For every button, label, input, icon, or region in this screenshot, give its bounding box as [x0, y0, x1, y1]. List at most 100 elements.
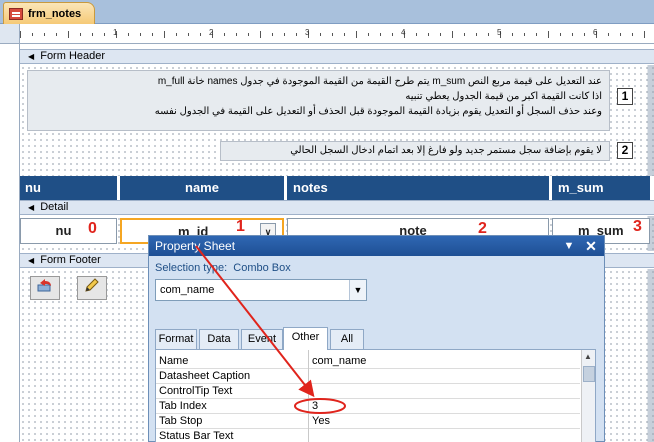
ruler-tick	[80, 33, 81, 36]
object-selector-combo[interactable]: com_name ▼	[155, 279, 367, 301]
document-tab[interactable]: frm_notes	[3, 2, 95, 25]
chevron-down-icon[interactable]: ▼	[349, 280, 366, 300]
header-note-number-1[interactable]: 1	[617, 88, 633, 105]
document-tab-strip: frm_notes	[0, 0, 654, 25]
column-header-m-sum[interactable]: m_sum	[552, 176, 650, 200]
ruler-tick	[332, 33, 333, 36]
ruler-tick	[548, 31, 549, 38]
selection-type-label: Selection type:	[155, 262, 228, 274]
section-collapse-icon: ◀	[28, 256, 35, 265]
ruler-tick	[644, 31, 645, 38]
ruler-tick	[272, 33, 273, 36]
ruler-tick	[416, 33, 417, 36]
horizontal-ruler[interactable]: 1 2 3 4 5 6	[20, 24, 654, 44]
property-row-tab-stop[interactable]: Tab Stop Yes	[156, 414, 580, 429]
property-row-datasheet-caption[interactable]: Datasheet Caption	[156, 369, 580, 384]
ruler-tick	[392, 33, 393, 36]
form-selector[interactable]	[0, 24, 20, 44]
header-note-number-2[interactable]: 2	[617, 142, 633, 159]
property-name: Status Bar Text	[159, 430, 234, 442]
ruler-tick	[464, 33, 465, 36]
ruler-tick	[44, 33, 45, 36]
ruler-tick	[320, 33, 321, 36]
property-sheet-title[interactable]: Property Sheet	[149, 236, 604, 256]
ruler-tick	[560, 33, 561, 36]
tab-all[interactable]: All	[330, 329, 364, 349]
column-header-nu[interactable]: nu	[20, 176, 117, 200]
form-header-bar[interactable]: ◀ Form Header	[20, 49, 654, 64]
nu-textbox[interactable]: nu	[20, 218, 117, 244]
ruler-tick	[236, 33, 237, 36]
column-header-name[interactable]: name	[120, 176, 284, 200]
column-divider[interactable]	[308, 350, 309, 442]
tab-order-number-3: 3	[633, 218, 642, 235]
property-value[interactable]: Yes	[312, 414, 330, 428]
property-value[interactable]: 3	[312, 399, 318, 413]
property-grid[interactable]: Name com_name Datasheet Caption ControlT…	[155, 349, 596, 442]
property-row-controltip-text[interactable]: ControlTip Text	[156, 384, 580, 399]
undo-record-icon	[37, 279, 51, 292]
ruler-tick	[512, 33, 513, 36]
tab-event[interactable]: Event	[241, 329, 283, 349]
section-collapse-icon: ◀	[28, 203, 35, 212]
form-icon	[9, 8, 23, 20]
ruler-tick	[368, 33, 369, 36]
ruler-tick	[488, 33, 489, 36]
ruler-tick	[200, 33, 201, 36]
ruler-number: 6	[593, 28, 598, 37]
tab-order-number-1: 1	[236, 218, 245, 235]
ruler-tick	[164, 31, 165, 38]
tab-data[interactable]: Data	[199, 329, 239, 349]
detail-bar[interactable]: ◀ Detail	[20, 200, 654, 215]
ruler-tick	[128, 33, 129, 36]
ruler-tick	[32, 33, 33, 36]
property-name: Name	[159, 355, 189, 367]
tab-format[interactable]: Format	[155, 329, 197, 349]
ruler-number: 3	[305, 28, 310, 37]
ruler-tick	[356, 31, 357, 38]
ruler-tick	[344, 33, 345, 36]
tab-other[interactable]: Other	[283, 327, 328, 350]
property-row-status-bar-text[interactable]: Status Bar Text	[156, 429, 580, 442]
property-name: Tab Stop	[159, 415, 203, 427]
ruler-tick	[476, 33, 477, 36]
tab-order-number-0: 0	[88, 220, 97, 237]
header-note-line-2: اذا كانت القيمة اكبر من قيمة الجدول يعطي…	[405, 91, 602, 102]
ruler-tick	[92, 33, 93, 36]
property-sheet-pane[interactable]: Property Sheet ▼ ✕ Selection type: Combo…	[148, 235, 605, 442]
property-name: ControlTip Text	[159, 385, 233, 397]
undo-record-button[interactable]	[30, 276, 60, 300]
form-header-label: Form Header	[40, 50, 106, 62]
column-header-notes[interactable]: notes	[287, 176, 549, 200]
ruler-tick	[152, 33, 153, 36]
ruler-tick	[572, 33, 573, 36]
pane-dropdown-icon[interactable]: ▼	[560, 238, 578, 254]
close-icon[interactable]: ✕	[582, 238, 600, 254]
ruler-tick	[584, 33, 585, 36]
property-row-tab-index[interactable]: Tab Index 3	[156, 399, 580, 414]
property-name: Tab Index	[159, 400, 207, 412]
ruler-tick	[452, 31, 453, 38]
selection-type: Selection type: Combo Box	[155, 262, 291, 274]
ruler-tick	[428, 33, 429, 36]
property-row-name[interactable]: Name com_name	[156, 354, 580, 369]
ruler-tick	[104, 33, 105, 36]
vertical-ruler[interactable]	[0, 44, 20, 442]
property-grid-scrollbar[interactable]: ▲	[581, 350, 595, 442]
ruler-tick	[284, 33, 285, 36]
ruler-tick	[620, 33, 621, 36]
ruler-tick	[632, 33, 633, 36]
scroll-up-icon[interactable]: ▲	[584, 352, 592, 361]
header-note-line-1: عند التعديل على قيمة مربع النص m_sum يتم…	[157, 76, 602, 87]
ruler-tick	[188, 33, 189, 36]
ruler-number: 4	[401, 28, 406, 37]
selection-type-value: Combo Box	[233, 262, 291, 274]
ruler-tick	[224, 33, 225, 36]
ruler-tick	[608, 33, 609, 36]
header-note-line-4: لا يقوم بإضافة سجل مستمر جديد ولو فارغ إ…	[290, 145, 602, 156]
property-value[interactable]: com_name	[312, 354, 366, 368]
edit-button[interactable]	[77, 276, 107, 300]
ruler-tick	[296, 33, 297, 36]
ruler-tick	[140, 33, 141, 36]
scrollbar-thumb[interactable]	[583, 366, 595, 382]
